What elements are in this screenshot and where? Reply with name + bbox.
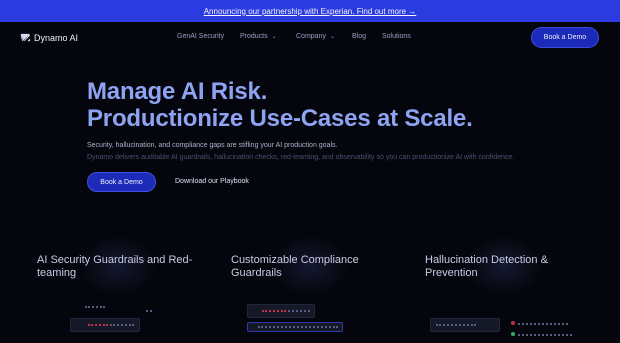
mockup-line: [85, 306, 105, 308]
mockup-line: [518, 323, 568, 325]
nav-solutions-label: Solutions: [382, 33, 411, 40]
mockup-red-line: [88, 324, 108, 326]
book-demo-button[interactable]: Book a Demo: [87, 172, 156, 192]
nav-blog-label: Blog: [352, 33, 367, 40]
hero-title: Manage AI Risk. Productionize Use-Cases …: [87, 78, 473, 132]
logo[interactable]: Dynamo AI: [20, 32, 78, 43]
hero-title-line1: Manage AI Risk.: [87, 78, 268, 105]
announcement-link[interactable]: Announcing our partnership with Experian…: [204, 7, 417, 16]
nav-company[interactable]: Company ⌄: [296, 33, 335, 40]
download-playbook-link[interactable]: Download our Playbook: [175, 178, 249, 185]
nav-genai-security-label: GenAI Security: [177, 33, 225, 40]
dynamo-logo-icon: [20, 33, 31, 42]
feature-title-security: AI Security Guardrails and Red-teaming: [37, 254, 193, 279]
hero-title-line2: Productionize Use-Cases at Scale.: [87, 105, 473, 132]
logo-text: Dynamo AI: [34, 32, 79, 43]
feature-title-compliance: Customizable Compliance Guardrails: [231, 254, 359, 279]
nav-solutions[interactable]: Solutions: [382, 33, 411, 40]
mockup-red-line: [262, 310, 286, 312]
nav-company-label: Company: [296, 33, 326, 40]
top-nav: Dynamo AI GenAI Security Products ⌄ Comp…: [0, 22, 620, 54]
nav-blog[interactable]: Blog: [352, 33, 366, 40]
mockup-line: [258, 326, 338, 328]
mockup-line: [110, 324, 134, 326]
nav-products[interactable]: Products ⌄: [240, 33, 277, 40]
mockup-line: [288, 310, 310, 312]
chevron-down-icon: ⌄: [271, 34, 277, 40]
status-dot-red: [511, 321, 515, 325]
nav-book-demo-button[interactable]: Book a Demo: [531, 27, 599, 48]
mockup-line: [518, 334, 572, 336]
hero-description: Dynamo delivers auditable AI guardrails,…: [87, 154, 515, 161]
hero-subtitle: Security, hallucination, and compliance …: [87, 142, 338, 149]
feature-title-hallucination: Hallucination Detection & Prevention: [425, 254, 548, 279]
nav-products-label: Products: [240, 33, 268, 40]
status-dot-green: [511, 332, 515, 336]
nav-genai-security[interactable]: GenAI Security: [177, 33, 224, 40]
mockup-line: [436, 324, 476, 326]
mockup-line: [146, 310, 152, 312]
announcement-bar: Announcing our partnership with Experian…: [0, 0, 620, 22]
chevron-down-icon: ⌄: [329, 34, 335, 40]
